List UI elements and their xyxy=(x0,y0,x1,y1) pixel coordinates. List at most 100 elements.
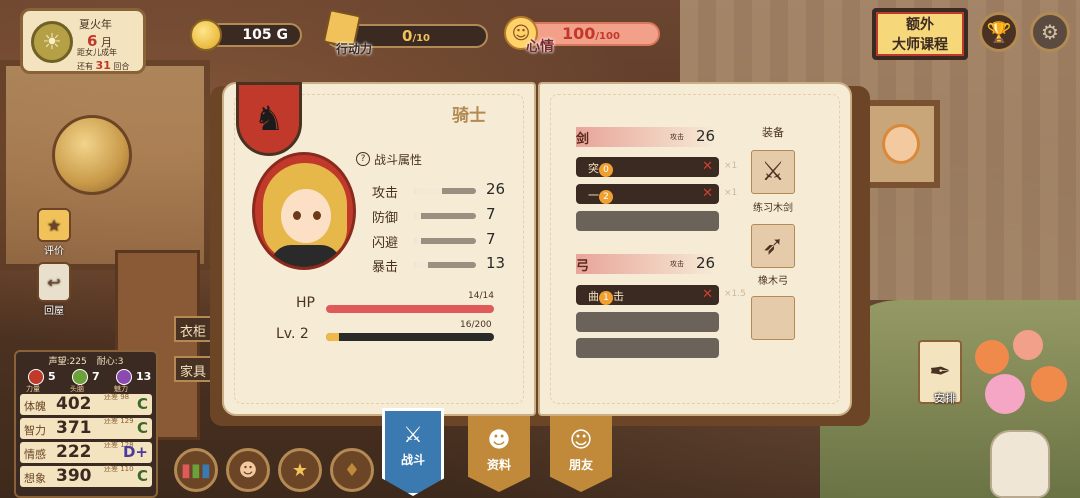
dodge-row: 闪避 7 xyxy=(372,230,496,251)
bow-icon: ✕ xyxy=(702,287,713,302)
stat-row-emotion: 情感 222 还差 128 D+ xyxy=(20,441,152,463)
chart-icon[interactable]: ▮ ▮ ▮ xyxy=(174,448,218,492)
bow-skill-slot-empty-1[interactable] xyxy=(576,312,719,332)
gold-value: 105 xyxy=(242,27,272,43)
trophy-icon[interactable]: 🏆 xyxy=(979,12,1019,52)
turns-remaining: 还有 31 回合 xyxy=(77,59,130,72)
crit-row: 暴击 13 xyxy=(372,254,506,275)
attack-row: 攻击 26 xyxy=(372,180,506,201)
mood-max: /100 xyxy=(595,31,620,42)
tab-info-label: 资料 xyxy=(486,458,511,472)
master-course-line1: 额外 xyxy=(906,17,934,33)
gold-counter: 105 G xyxy=(190,19,302,51)
stat-row-physique: 体魄 402 还差 98 C xyxy=(20,393,152,415)
brains-icon xyxy=(72,369,88,385)
tab-friends-label: 朋友 xyxy=(568,458,593,472)
action-max: /10 xyxy=(412,33,431,44)
strength-attr: 5 力量 xyxy=(26,369,56,393)
action-current: 0 xyxy=(402,27,413,45)
bow-skill-slot-empty-2[interactable] xyxy=(576,338,719,358)
defense-row: 防御 7 xyxy=(372,205,496,226)
xp-bar-fill xyxy=(326,333,340,341)
patience-label: 耐心:3 xyxy=(96,357,124,367)
dodge-bar-fill xyxy=(414,238,422,244)
quill-icon: ✒ xyxy=(929,357,951,387)
profile-icon: ☻ xyxy=(487,428,511,453)
sword-item-icon: ⚔ xyxy=(761,157,785,187)
sword-skill-slot-empty[interactable] xyxy=(576,211,719,231)
bow-item-icon: ➶ xyxy=(762,231,784,261)
help-icon[interactable]: ? xyxy=(356,152,370,166)
empty-equip-slot[interactable] xyxy=(751,296,795,340)
bear-crest-icon: ♞ xyxy=(236,82,302,156)
hp-bar xyxy=(326,305,494,313)
level-label: Lv. 2 xyxy=(276,326,309,342)
daughter-icon[interactable]: ☻ xyxy=(226,448,270,492)
gold-coin-icon xyxy=(190,19,222,51)
equipment-title: 装备 xyxy=(762,126,784,139)
gold-unit: G xyxy=(276,27,289,43)
stat-row-imagination: 想象 390 还差 110 C xyxy=(20,465,152,487)
action-points: 行动力 0/10 xyxy=(322,9,488,56)
crit-bar-fill xyxy=(414,262,428,268)
wall-portrait xyxy=(862,100,940,188)
attack-bar-fill xyxy=(414,188,442,194)
strength-icon xyxy=(28,369,44,385)
mood-label: 心情 xyxy=(526,39,554,55)
wooden-sword-card[interactable]: ⚔ xyxy=(751,150,795,194)
charm-attr: 13 魅力 xyxy=(114,369,152,393)
xp-bar xyxy=(326,333,494,341)
door-icon: ↩ xyxy=(37,262,71,302)
action-label: 行动力 xyxy=(336,42,373,56)
tab-info[interactable]: ☻ 资料 xyxy=(468,416,530,492)
evaluation-button[interactable]: ★ 评价 xyxy=(36,208,72,257)
wooden-sword-name: 练习木剑 xyxy=(753,203,793,214)
star-badge-icon: ★ xyxy=(37,208,71,242)
coming-of-age-label: 距女儿成年 xyxy=(77,48,117,57)
master-course-line2: 大师课程 xyxy=(892,37,948,53)
xp-value: 16/200 xyxy=(460,320,492,330)
season-label: 夏火年 xyxy=(79,18,112,31)
tab-friends[interactable]: ☺ 朋友 xyxy=(550,416,612,492)
oak-bow-name: 橡木弓 xyxy=(758,276,788,287)
bow-skill-slot-1[interactable]: 曲1击 ✕ ×1.5 xyxy=(576,285,746,305)
sword-icon: ✕ xyxy=(702,159,713,174)
sword-header: 剑 攻击 26 xyxy=(576,127,718,147)
furniture-tab[interactable]: 家具 xyxy=(174,356,214,382)
season-emblem-icon: ☀ xyxy=(31,21,73,63)
mood-current: 100 xyxy=(562,24,596,43)
bow-header: 弓 攻击 26 xyxy=(576,254,718,274)
sword-skill-slot-2[interactable]: 一2 ✕ ×1 xyxy=(576,184,737,204)
daughter-stats-panel: 声望:225 耐心:3 5 力量 7 头脑 13 魅力 体魄 402 还差 98… xyxy=(14,350,158,498)
crossed-swords-icon: ⚔ xyxy=(403,423,423,448)
oak-bow-card[interactable]: ➶ xyxy=(751,224,795,268)
defense-bar-fill xyxy=(414,213,422,219)
battle-attributes-label: 战斗属性 xyxy=(374,153,423,167)
arrange-label: 安排 xyxy=(934,392,956,405)
bag-icon[interactable]: ♦ xyxy=(330,448,374,492)
wardrobe-tab[interactable]: 衣柜 xyxy=(174,316,214,342)
sword-skill-slot-1[interactable]: 突0 ✕ ×1 xyxy=(576,157,737,177)
vase-decoration xyxy=(990,430,1050,498)
globe-decoration xyxy=(52,115,132,195)
wall-portrait-face xyxy=(882,124,920,164)
tab-battle[interactable]: ⚔ 战斗 xyxy=(382,408,444,496)
return-home-label: 回屋 xyxy=(44,306,64,317)
charm-icon xyxy=(116,369,132,385)
sword-icon: ✕ xyxy=(702,186,713,201)
daughter-portrait xyxy=(252,152,356,270)
master-course-button[interactable]: 额外 大师课程 xyxy=(872,8,968,60)
hp-bar-fill xyxy=(326,305,494,313)
mood-meter: ☺ 心情 100/100 xyxy=(504,16,660,55)
gear-icon[interactable]: ⚙ xyxy=(1030,12,1070,52)
reputation-label: 声望:225 xyxy=(48,357,87,367)
brains-attr: 7 头脑 xyxy=(70,369,100,393)
return-home-button[interactable]: ↩ 回屋 xyxy=(36,262,72,317)
evaluation-label: 评价 xyxy=(44,246,64,257)
tab-battle-label: 战斗 xyxy=(400,453,425,467)
stars-icon[interactable]: ★ xyxy=(278,448,322,492)
class-title: 骑士 xyxy=(452,106,486,126)
date-badge: ☀ 夏火年 6 月 距女儿成年 还有 31 回合 xyxy=(20,8,146,74)
hp-label: HP xyxy=(296,295,315,311)
stat-row-intelligence: 智力 371 还差 129 C xyxy=(20,417,152,439)
